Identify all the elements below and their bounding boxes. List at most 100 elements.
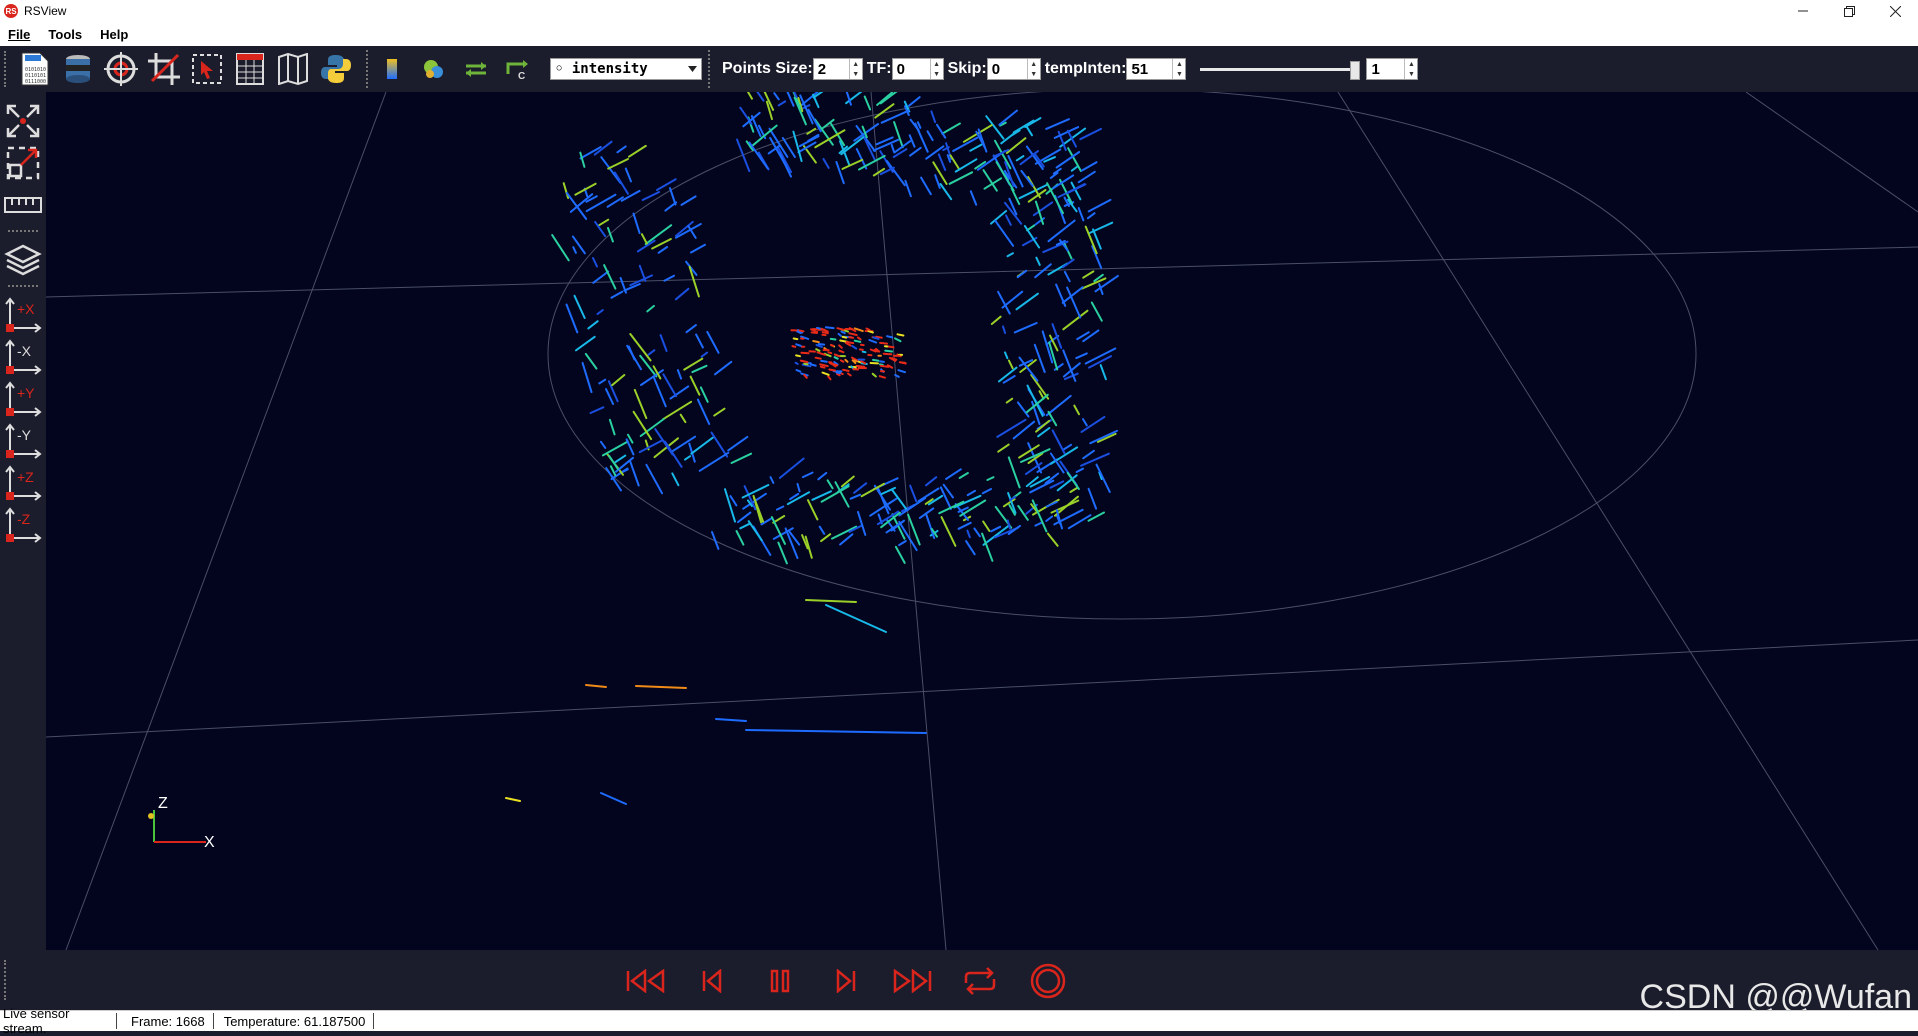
point-strip: [1007, 399, 1013, 403]
point-strip: [783, 92, 794, 106]
slider-value-spinbox[interactable]: 1 ▲▼: [1366, 58, 1418, 80]
pause-button[interactable]: [758, 964, 802, 998]
point-strip: [702, 353, 708, 357]
python-shell-button[interactable]: [317, 50, 355, 88]
point-strip: [1017, 294, 1038, 310]
spin-arrows-icon[interactable]: ▲▼: [849, 59, 862, 79]
point-strip: [991, 211, 1006, 224]
point-strip: [1088, 213, 1095, 218]
point-strip: [801, 361, 808, 363]
point-strip: [601, 442, 605, 448]
point-strip: [1092, 246, 1101, 268]
point-strip: [860, 349, 863, 350]
restore-button[interactable]: [1826, 0, 1872, 22]
point-strip: [1077, 469, 1083, 472]
point-strip: [1018, 402, 1029, 416]
layers-button[interactable]: [3, 241, 43, 279]
point-strip: [616, 456, 626, 462]
view-plus-z-button[interactable]: +Z: [3, 464, 43, 502]
point-strip: [992, 317, 1001, 324]
point-strip: [588, 321, 597, 328]
ruler-button[interactable]: [3, 186, 43, 224]
zoom-to-box-button[interactable]: [3, 144, 43, 182]
ruler-icon: [4, 194, 42, 216]
point-strip: [799, 331, 803, 332]
point-strip: [937, 125, 945, 138]
color-legend-button[interactable]: [376, 50, 408, 88]
point-strip: [880, 343, 887, 344]
open-file-button[interactable]: 0101010 0110101 0111000: [16, 50, 54, 88]
crop-button[interactable]: [145, 50, 183, 88]
point-strip: [1076, 353, 1087, 358]
point-strip: [1009, 361, 1013, 369]
target-button[interactable]: [102, 50, 140, 88]
loop-button[interactable]: [958, 964, 1002, 998]
point-strip: [811, 364, 816, 365]
svg-text:-X: -X: [17, 343, 32, 359]
view-plus-y-button[interactable]: +Y: [3, 380, 43, 418]
toolbar-grip: [8, 285, 38, 290]
last-frame-button[interactable]: [890, 964, 934, 998]
temp-inten-spinbox[interactable]: 51 ▲▼: [1126, 58, 1186, 80]
intensity-slider[interactable]: [1200, 58, 1360, 80]
point-strip: [1069, 515, 1091, 528]
spin-arrows-icon[interactable]: ▲▼: [930, 59, 943, 79]
previous-frame-button[interactable]: [690, 964, 734, 998]
next-frame-button[interactable]: [824, 964, 868, 998]
spin-arrows-icon[interactable]: ▲▼: [1027, 59, 1040, 79]
point-cloud-canvas[interactable]: Z X: [46, 92, 1918, 950]
point-strip: [946, 469, 961, 479]
tf-spinbox[interactable]: 0 ▲▼: [892, 58, 944, 80]
point-strip: [892, 145, 894, 152]
reset-camera-button[interactable]: [3, 102, 43, 140]
point-strip: [845, 360, 847, 362]
close-button[interactable]: [1872, 0, 1918, 22]
point-strip: [691, 245, 705, 253]
select-points-button[interactable]: [188, 50, 226, 88]
color-by-select[interactable]: ◦ intensity: [550, 58, 702, 80]
view-plus-x-button[interactable]: +X: [3, 296, 43, 334]
view-minus-x-button[interactable]: -X: [3, 338, 43, 376]
toolbar-separator: [366, 50, 370, 88]
point-strip: [971, 191, 976, 204]
point-strip: [910, 148, 921, 156]
color-scalar-button[interactable]: [418, 50, 450, 88]
slider-handle[interactable]: [1350, 61, 1360, 80]
point-strip: [911, 120, 919, 131]
point-strip: [880, 376, 885, 378]
spin-arrows-icon[interactable]: ▲▼: [1172, 59, 1185, 79]
point-cloud-viewport[interactable]: Z X: [46, 92, 1918, 950]
menu-tools[interactable]: Tools: [39, 27, 91, 42]
transform-button[interactable]: C: [502, 50, 534, 88]
skip-spinbox[interactable]: 0 ▲▼: [987, 58, 1041, 80]
minimize-button[interactable]: [1780, 0, 1826, 22]
point-strip: [630, 462, 638, 486]
spreadsheet-button[interactable]: [231, 50, 269, 88]
menu-file[interactable]: File: [0, 27, 39, 42]
first-frame-button[interactable]: [624, 964, 668, 998]
point-strip: [796, 363, 798, 364]
distance-button[interactable]: [460, 50, 492, 88]
points-size-spinbox[interactable]: 2 ▲▼: [813, 58, 863, 80]
point-strip: [627, 346, 641, 369]
color-scalar-icon: [422, 58, 446, 80]
point-strip: [918, 122, 921, 128]
point-strip: [1063, 445, 1071, 450]
point-strip: [951, 155, 960, 169]
frame-status: Frame: 1668: [125, 1013, 214, 1029]
point-strip: [593, 258, 597, 267]
point-strip: [1035, 523, 1041, 526]
point-strip: [630, 275, 652, 285]
view-minus-z-button[interactable]: -Z: [3, 506, 43, 544]
toolbar-grip[interactable]: [4, 51, 10, 87]
point-strip: [1067, 288, 1080, 318]
record-button[interactable]: [1026, 964, 1070, 998]
map-button[interactable]: [274, 50, 312, 88]
spin-arrows-icon[interactable]: ▲▼: [1404, 59, 1417, 79]
point-strip: [716, 719, 746, 721]
view-minus-y-button[interactable]: -Y: [3, 422, 43, 460]
point-strip: [910, 486, 916, 502]
point-strip: [875, 104, 893, 117]
sensor-stream-button[interactable]: [59, 50, 97, 88]
menu-help[interactable]: Help: [91, 27, 137, 42]
